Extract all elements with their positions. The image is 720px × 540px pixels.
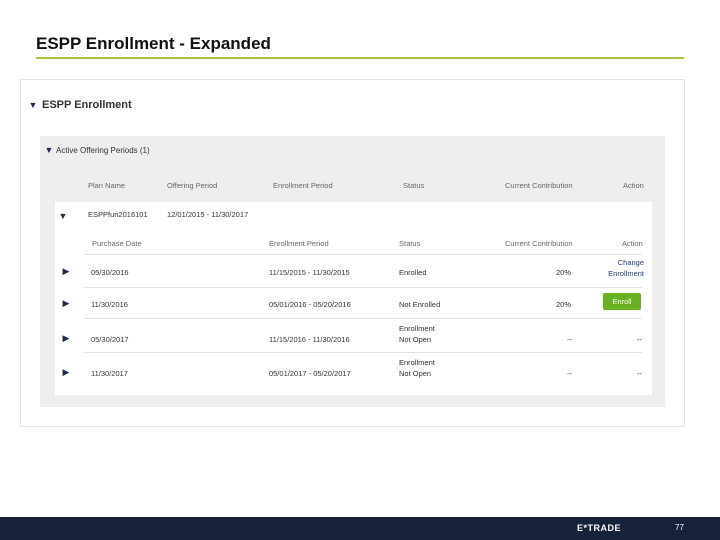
offering-periods-toggle[interactable]: ▼ Active Offering Periods (1): [44, 145, 150, 155]
purchase-date: 11/30/2016: [91, 300, 128, 309]
chevron-right-icon[interactable]: ▶: [61, 266, 71, 277]
contribution: 20%: [556, 268, 572, 277]
slide-title: ESPP Enrollment - Expanded: [36, 34, 271, 53]
status: Enrollment Not Open: [399, 323, 435, 345]
purchase-date: 05/30/2017: [91, 335, 129, 344]
action: --: [637, 335, 642, 344]
etrade-logo: E*TRADE: [577, 523, 622, 533]
chevron-right-icon[interactable]: ▶: [61, 367, 71, 378]
change-enrollment-line1: Change: [617, 258, 644, 267]
page-number: 77: [675, 523, 684, 532]
table-row[interactable]: ▶ 05/30/2017 11/15/2016 - 11/30/2016 Enr…: [55, 319, 652, 352]
col-current-contribution: Current Contribution: [505, 181, 573, 190]
sub-col-purchase-date: Purchase Date: [92, 239, 142, 248]
status-line1: Enrollment: [399, 324, 435, 333]
sub-col-current-contribution: Current Contribution: [505, 239, 573, 248]
col-status: Status: [403, 181, 425, 190]
offering-periods-title: Active Offering Periods (1): [56, 145, 150, 155]
chevron-right-icon[interactable]: ▶: [61, 298, 71, 309]
status: Enrolled: [399, 268, 427, 277]
plan-name: ESPPfun2016101: [88, 210, 148, 219]
col-plan-name: Plan Name: [88, 181, 126, 190]
status: Not Enrolled: [399, 300, 441, 309]
contribution: --: [567, 335, 572, 344]
sub-col-status: Status: [399, 239, 421, 248]
contribution: 20%: [556, 300, 572, 309]
chevron-down-icon: ▼: [28, 100, 38, 110]
sub-col-action: Action: [622, 239, 643, 248]
plan-offering-period: 12/01/2015 - 11/30/2017: [167, 210, 249, 219]
chevron-right-icon[interactable]: ▶: [61, 333, 71, 344]
table-row[interactable]: ▶ 11/30/2017 05/01/2017 - 05/20/2017 Enr…: [55, 353, 652, 386]
contribution: --: [567, 369, 572, 378]
plan-detail-panel: ▼ ESPPfun2016101 12/01/2015 - 11/30/2017…: [55, 202, 652, 395]
enrollment-period: 05/01/2016 - 05/20/2016: [269, 300, 351, 309]
status-line1: Enrollment: [399, 358, 435, 367]
status-line2: Not Open: [399, 369, 432, 378]
espp-enrollment-panel: ▼ ESPP Enrollment ▼ Active Offering Peri…: [20, 79, 685, 427]
plan-row[interactable]: ▼ ESPPfun2016101 12/01/2015 - 11/30/2017: [55, 207, 652, 225]
offering-periods-panel: ▼ Active Offering Periods (1) Plan Name …: [40, 136, 665, 407]
purchase-date: 11/30/2017: [91, 369, 128, 378]
status: Enrollment Not Open: [399, 357, 435, 379]
chevron-down-icon: ▼: [44, 145, 54, 155]
enrollment-period: 05/01/2017 - 05/20/2017: [269, 369, 351, 378]
status-line2: Not Open: [399, 335, 432, 344]
change-enrollment-link[interactable]: Change Enrollment: [605, 257, 644, 279]
section-title: ESPP Enrollment: [42, 99, 132, 111]
footer-bar: E*TRADE 77: [0, 517, 720, 540]
enroll-button[interactable]: Enroll: [603, 293, 641, 310]
espp-enrollment-toggle[interactable]: ▼ ESPP Enrollment: [28, 99, 132, 111]
table-row[interactable]: ▶ 05/30/2016 11/15/2015 - 11/30/2015 Enr…: [55, 255, 652, 287]
action: --: [637, 369, 642, 378]
col-enrollment-period: Enrollment Period: [273, 181, 333, 190]
enrollment-period: 11/15/2015 - 11/30/2015: [269, 268, 350, 277]
col-action: Action: [623, 181, 644, 190]
chevron-down-icon[interactable]: ▼: [58, 211, 68, 221]
title-rule: [36, 57, 684, 59]
table-row[interactable]: ▶ 11/30/2016 05/01/2016 - 05/20/2016 Not…: [55, 288, 652, 318]
change-enrollment-line2: Enrollment: [608, 269, 644, 278]
enrollment-period: 11/15/2016 - 11/30/2016: [269, 335, 350, 344]
purchase-date: 05/30/2016: [91, 268, 129, 277]
col-offering-period: Offering Period: [167, 181, 218, 190]
sub-col-enrollment-period: Enrollment Period: [269, 239, 329, 248]
